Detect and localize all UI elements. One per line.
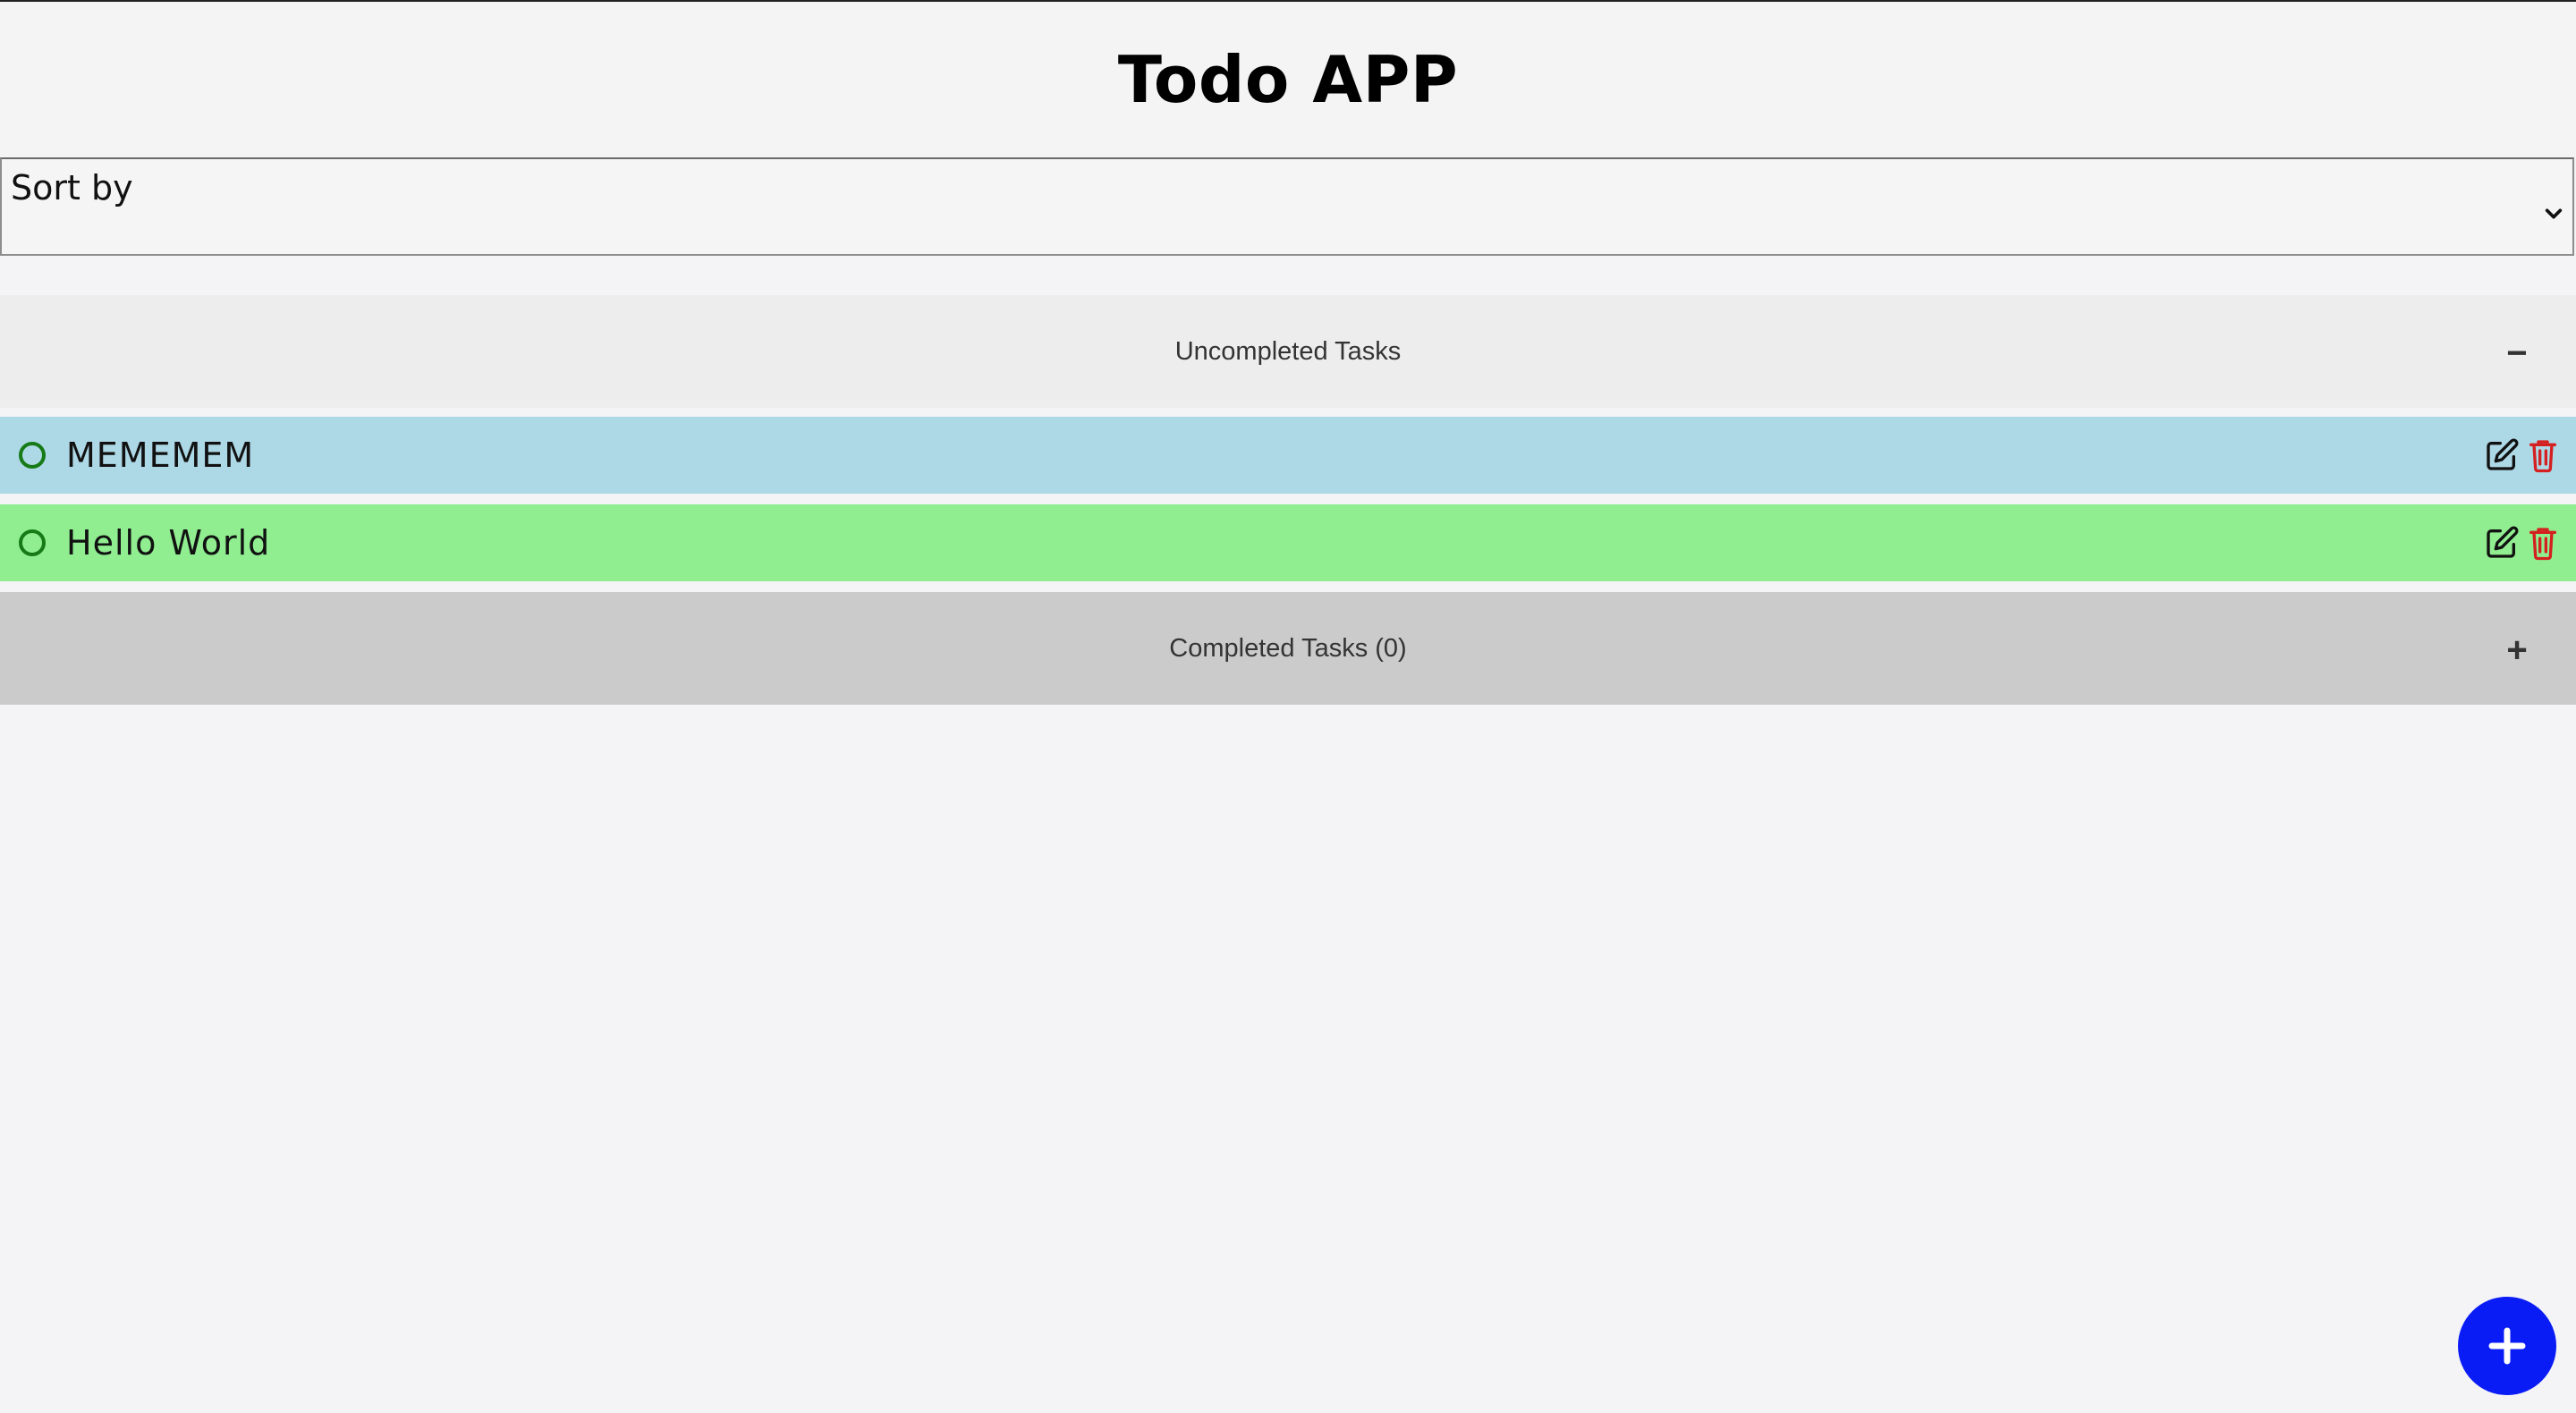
expand-toggle[interactable]: + — [2499, 630, 2535, 671]
uncompleted-tasks-label: Uncompleted Tasks — [1174, 336, 1402, 366]
add-task-button[interactable] — [2458, 1297, 2556, 1395]
sort-by-select[interactable]: Sort by — [0, 157, 2574, 256]
collapse-toggle[interactable]: − — [2499, 334, 2535, 374]
sort-by-label: Sort by — [11, 168, 133, 207]
circle-outline-icon[interactable] — [19, 442, 46, 469]
task-title: Hello World — [66, 523, 271, 563]
completed-tasks-header[interactable]: Completed Tasks (0) + — [0, 592, 2576, 705]
circle-outline-icon[interactable] — [19, 529, 46, 556]
completed-tasks-label: Completed Tasks (0) — [1169, 633, 1407, 663]
chevron-down-icon — [2545, 208, 2563, 219]
trash-icon[interactable] — [2528, 437, 2558, 473]
page-title: Todo APP — [1117, 42, 1459, 117]
task-row[interactable]: MEMEMEM — [0, 417, 2576, 494]
trash-icon[interactable] — [2528, 525, 2558, 561]
edit-icon[interactable] — [2483, 437, 2521, 473]
app-header: Todo APP — [0, 2, 2576, 157]
task-title: MEMEMEM — [66, 436, 255, 475]
uncompleted-tasks-header[interactable]: Uncompleted Tasks − — [0, 295, 2576, 408]
plus-icon — [2488, 1327, 2526, 1365]
edit-icon[interactable] — [2483, 525, 2521, 561]
task-row[interactable]: Hello World — [0, 504, 2576, 581]
